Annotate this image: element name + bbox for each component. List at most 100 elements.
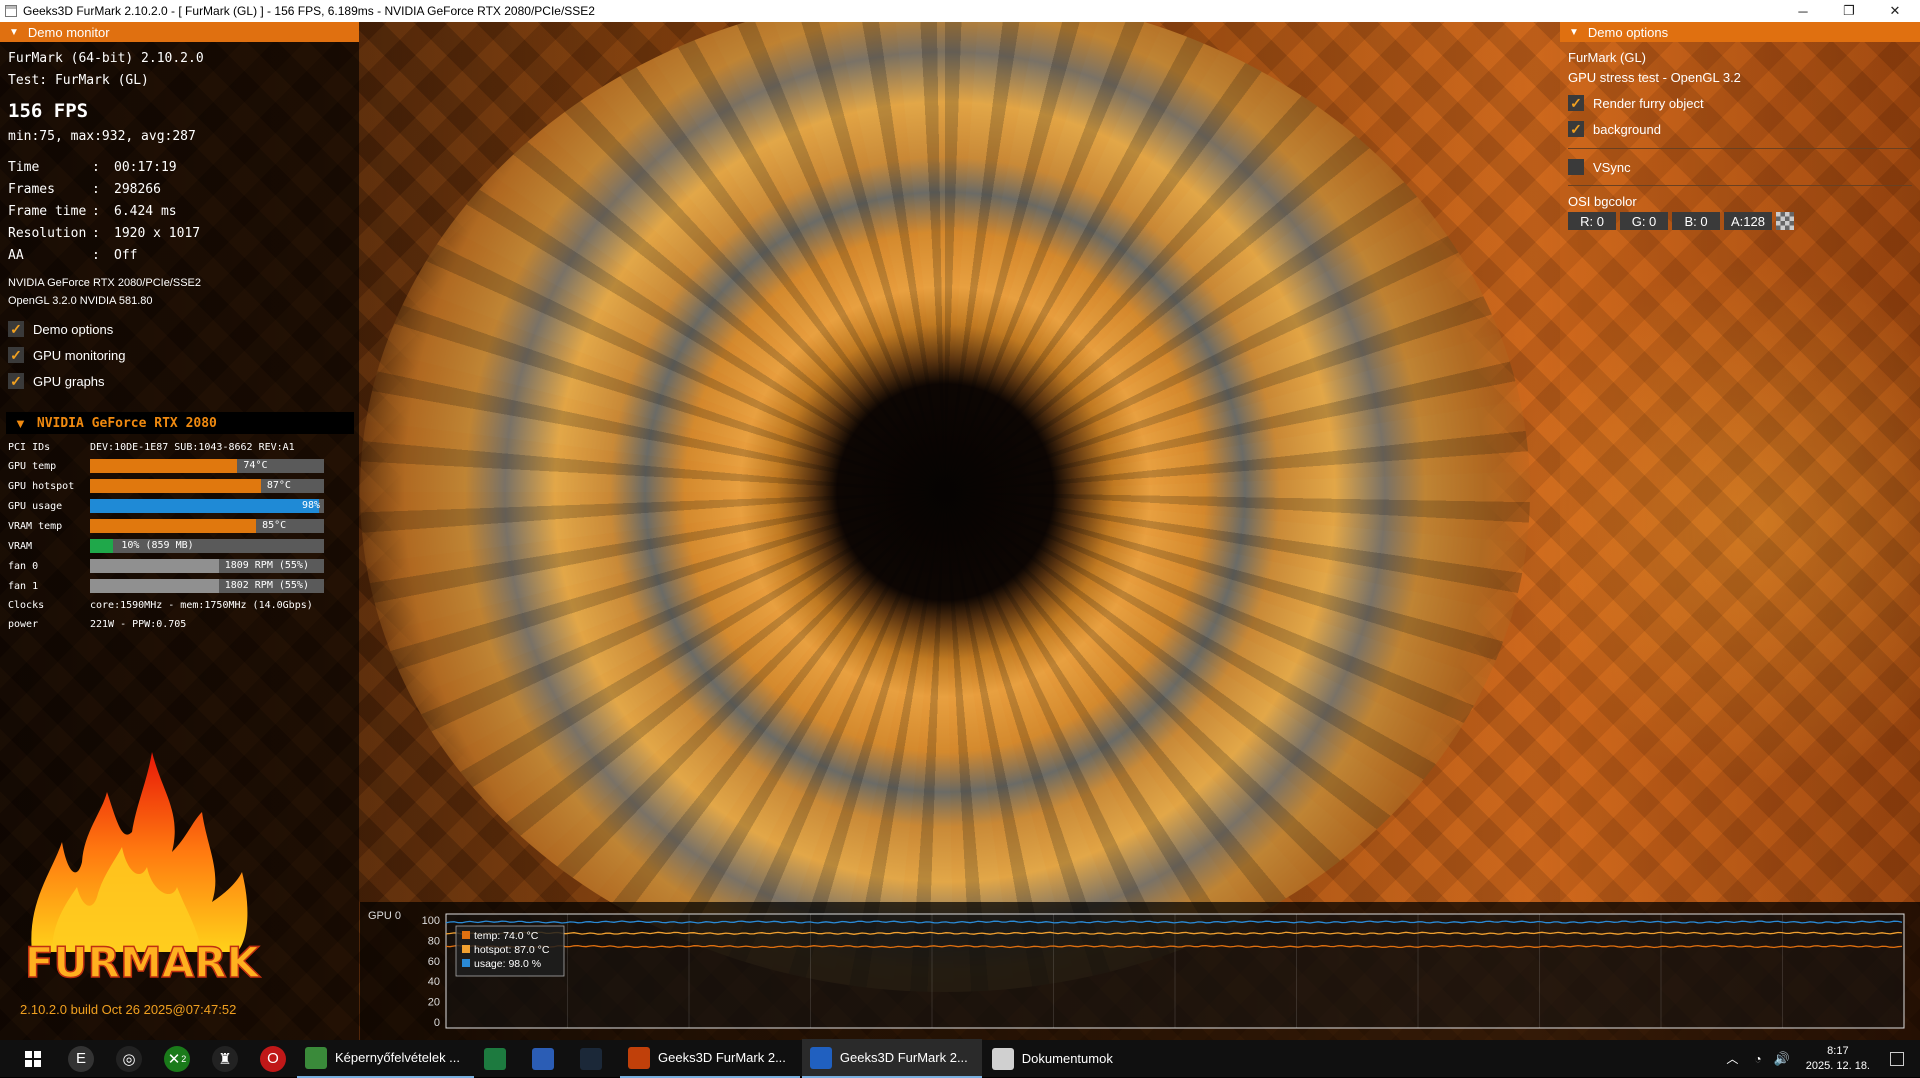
stat-separator: : (92, 247, 100, 263)
excel-icon (484, 1047, 507, 1070)
sensor-value: 98% (301, 500, 320, 511)
sensor-bar-fill (90, 579, 219, 593)
demo-name: FurMark (GL) (1568, 50, 1646, 65)
sensor-value: 10% (859 MB) (121, 540, 194, 551)
taskbar-item[interactable]: Geeks3D FurMark 2... (620, 1039, 800, 1078)
divider (1568, 185, 1912, 186)
legend-entry: temp: 74.0 °C (474, 930, 539, 942)
collapse-triangle-icon: ▼ (1569, 26, 1579, 38)
stat-separator: : (92, 203, 100, 219)
color-swatch[interactable] (1776, 212, 1794, 230)
furmark-icon (628, 1046, 651, 1069)
stat-row: AA: Off (8, 244, 351, 266)
stat-row: Frame time:6.424 ms (8, 200, 351, 222)
checkbox-label: GPU graphs (33, 373, 105, 389)
sensor-label: GPU usage (8, 501, 63, 512)
sensor-row: GPU temp 74°C (8, 459, 338, 474)
checkbox-render-furry-object[interactable]: ✓ Render furry object (1568, 90, 1912, 116)
restore-button[interactable]: ❐ (1826, 0, 1872, 22)
taskbar-items: Képernyőfelvételek ... Geeks3D FurMark 2.… (297, 1039, 1129, 1078)
clock[interactable]: 8:17 2025. 12. 18. (1806, 1044, 1870, 1074)
divider (1568, 148, 1912, 149)
checkbox-gpu-graphs[interactable]: ✓ GPU graphs (8, 368, 351, 394)
y-tick-label: 20 (428, 997, 440, 1009)
aorus-icon[interactable]: ♜ (212, 1045, 238, 1072)
gpu-renderer: NVIDIA GeForce RTX 2080/PCIe/SSE2 (8, 277, 201, 289)
clock-date: 2025. 12. 18. (1805, 1059, 1870, 1072)
tray-chevron-icon[interactable]: ︿ (1726, 1050, 1738, 1067)
window-title: Geeks3D FurMark 2.10.2.0 - [ FurMark (GL… (23, 4, 595, 18)
furmark-flame-logo: FURMARK (24, 752, 261, 982)
stat-separator: : (92, 181, 100, 197)
demo-monitor-header[interactable]: ▼ Demo monitor (0, 22, 359, 42)
epic-games-icon[interactable]: E (68, 1045, 94, 1072)
y-tick-label: 80 (428, 935, 440, 947)
sensor-bar: 1802 RPM (55%) (90, 579, 324, 593)
checkbox-label: background (1593, 121, 1661, 137)
vsync-checkbox[interactable]: VSync (1568, 154, 1912, 180)
app-icon (5, 5, 17, 17)
sensor-row: VRAM temp 85°C (8, 519, 338, 534)
windows-start-icon[interactable] (20, 1046, 46, 1072)
minimize-button[interactable]: ─ (1780, 0, 1826, 22)
taskbar-item[interactable] (524, 1040, 570, 1077)
y-tick-label: 60 (428, 956, 440, 968)
pci-ids-row: PCI IDs DEV:10DE-1E87 SUB:1043-8662 REV:… (8, 442, 295, 453)
checkbox-demo-options[interactable]: ✓ Demo options (8, 316, 351, 342)
word-icon (532, 1047, 555, 1070)
network-icon[interactable]: ◔ (1754, 1052, 1761, 1066)
opengl-version: OpenGL 3.2.0 NVIDIA 581.80 (8, 295, 153, 307)
xbox-icon[interactable]: ✕ 2 (164, 1045, 190, 1072)
notifications-icon[interactable] (1890, 1051, 1904, 1066)
taskbar-pinned: E ◎ ✕ 2 ♜ O (9, 1045, 297, 1072)
gpu-section-header[interactable]: ▼ NVIDIA GeForce RTX 2080 (6, 412, 354, 434)
sensor-row: fan 0 1809 RPM (55%) (8, 559, 338, 574)
taskbar-item[interactable]: Képernyőfelvételek ... (297, 1039, 475, 1078)
system-tray: ︿ ◔ 🔊 8:17 2025. 12. 18. (1716, 1040, 1920, 1077)
stats-list: Time:00:17:19 Frames:298266 Frame time:6.4… (8, 156, 351, 266)
legend-entry: usage: 98.0 % (474, 958, 541, 970)
stat-value: 1920 x 1017 (114, 225, 201, 241)
bgcolor-a-field[interactable]: A:128 (1724, 212, 1772, 230)
obs-icon[interactable]: ◎ (116, 1045, 142, 1072)
fps-minmax: min:75, max:932, avg:287 (8, 129, 196, 144)
taskbar-item[interactable] (476, 1040, 522, 1077)
bgcolor-g-field[interactable]: G: 0 (1620, 212, 1668, 230)
checkbox-background[interactable]: ✓ background (1568, 116, 1912, 142)
close-button[interactable]: ✕ (1872, 0, 1918, 22)
checkbox-label: GPU monitoring (33, 347, 126, 363)
taskbar-item[interactable]: Dokumentumok (984, 1040, 1127, 1077)
sensor-label: fan 0 (8, 561, 39, 572)
demo-monitor-panel: ▼ Demo monitor FurMark (64-bit) 2.10.2.0… (0, 22, 359, 1040)
taskbar-item-label: Képernyőfelvételek ... (335, 1050, 461, 1065)
window-titlebar: Geeks3D FurMark 2.10.2.0 - [ FurMark (GL… (0, 0, 1920, 22)
demo-options-header[interactable]: ▼ Demo options (1560, 22, 1920, 42)
taskbar-item[interactable]: Geeks3D FurMark 2... (801, 1039, 982, 1078)
checkbox-gpu-monitoring[interactable]: ✓ GPU monitoring (8, 342, 351, 368)
sensor-row: fan 1 1802 RPM (55%) (8, 579, 338, 594)
xbox-badge: 2 (181, 1053, 187, 1064)
panel-toggles: ✓ Demo options ✓ GPU monitoring ✓ GPU graphs (8, 316, 351, 394)
demo-description: GPU stress test - OpenGL 3.2 (1568, 70, 1741, 85)
volume-icon[interactable]: 🔊 (1774, 1051, 1790, 1067)
stat-separator: : (92, 159, 100, 175)
sensor-bar: 98% (90, 499, 324, 513)
check-icon: ✓ (8, 347, 24, 363)
sensor-label: GPU temp (8, 461, 57, 472)
opera-icon[interactable]: O (260, 1045, 286, 1072)
taskbar-item[interactable] (572, 1040, 618, 1077)
sensor-bar-fill (90, 459, 238, 473)
sensor-bar: 87°C (90, 479, 324, 493)
sensor-bar-fill (90, 479, 261, 493)
sensor-row: GPU usage 98% (8, 499, 338, 514)
stat-key: Time (8, 159, 40, 175)
bgcolor-b-field[interactable]: B: 0 (1672, 212, 1720, 230)
checkbox-label: Demo options (33, 321, 114, 337)
stat-value: Off (114, 247, 138, 263)
sensor-bar-fill (90, 559, 219, 573)
bgcolor-r-field[interactable]: R: 0 (1568, 212, 1616, 230)
test-name: Test: FurMark (GL) (8, 73, 149, 88)
build-info: 2.10.2.0 build Oct 26 2025@07:47:52 (20, 1002, 237, 1017)
taskbar-item-label: Geeks3D FurMark 2... (839, 1050, 968, 1065)
steam-icon (580, 1047, 603, 1070)
